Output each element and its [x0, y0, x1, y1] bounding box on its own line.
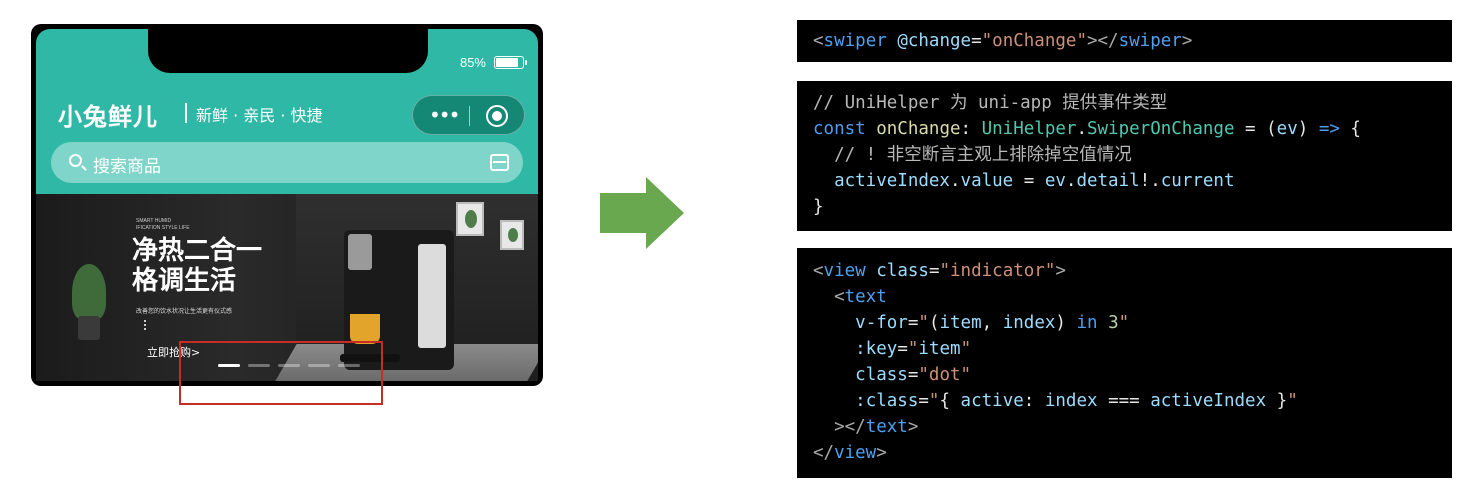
indicator-highlight-box [179, 341, 383, 405]
phone-screen: 85% 小兔鲜儿 新鲜 · 亲民 · 快捷 ••• 搜索商品 SMART HUM… [36, 29, 538, 381]
code-line: activeIndex.value = ev.detail!.current [834, 171, 1235, 191]
battery-icon [494, 56, 527, 69]
code-block-indicator: <view class="indicator"> <text v-for="(i… [797, 248, 1452, 478]
brand-divider [185, 103, 187, 123]
app-slogan: 新鲜 · 亲民 · 快捷 [196, 106, 323, 125]
code-block-onchange: // UniHelper 为 uni-app 提供事件类型 const onCha… [797, 81, 1452, 231]
code-line: // UniHelper 为 uni-app 提供事件类型 [813, 93, 1168, 113]
code-line: :class="{ active: index === activeIndex … [855, 391, 1298, 411]
code-block-swiper: <swiper @change="onChange"></swiper> [797, 20, 1452, 62]
right-arrow-icon [600, 177, 684, 249]
code-line: :key="item" [855, 339, 972, 359]
banner-subline: 改善您的饮水状况让生活更有仪式感 [136, 308, 233, 315]
code-line: <view class="indicator"> [813, 261, 1066, 281]
code-line: <text [834, 287, 887, 307]
plant-icon [72, 264, 106, 320]
phone-mockup: 85% 小兔鲜儿 新鲜 · 亲民 · 快捷 ••• 搜索商品 SMART HUM… [31, 24, 543, 386]
battery-percentage: 85% [459, 55, 486, 70]
search-placeholder: 搜索商品 [93, 157, 161, 177]
code-line: // ! 非空断言主观上排除掉空值情况 [813, 145, 1132, 165]
scan-icon[interactable] [490, 154, 509, 171]
banner-tagline-en: SMART HUMID IFICATION STYLE LIFE [136, 218, 190, 231]
banner-decor-dots [144, 320, 146, 330]
capsule-divider [469, 106, 470, 126]
search-icon [69, 154, 82, 167]
code-line: const onChange: UniHelper.SwiperOnChange… [813, 119, 1361, 139]
more-menu-icon[interactable]: ••• [429, 105, 460, 125]
miniprogram-capsule: ••• [412, 95, 525, 135]
phone-notch [148, 29, 428, 73]
code-line: class="dot" [855, 365, 972, 385]
app-brand-name: 小兔鲜儿 [58, 103, 158, 131]
wall-frame-icon [500, 220, 524, 250]
code-line: v-for="(item, index) in 3" [855, 313, 1130, 333]
banner-headline: 净热二合一 格调生活 [132, 236, 263, 296]
code-line: ></text> [834, 417, 919, 437]
plant-pot [78, 316, 100, 340]
code-line: </view> [813, 443, 887, 463]
code-line: } [813, 197, 824, 217]
close-target-icon[interactable] [486, 105, 508, 127]
search-input[interactable]: 搜索商品 [51, 142, 523, 183]
wall-frame-icon [456, 202, 484, 236]
code-line: <swiper @change="onChange"></swiper> [813, 31, 1193, 51]
